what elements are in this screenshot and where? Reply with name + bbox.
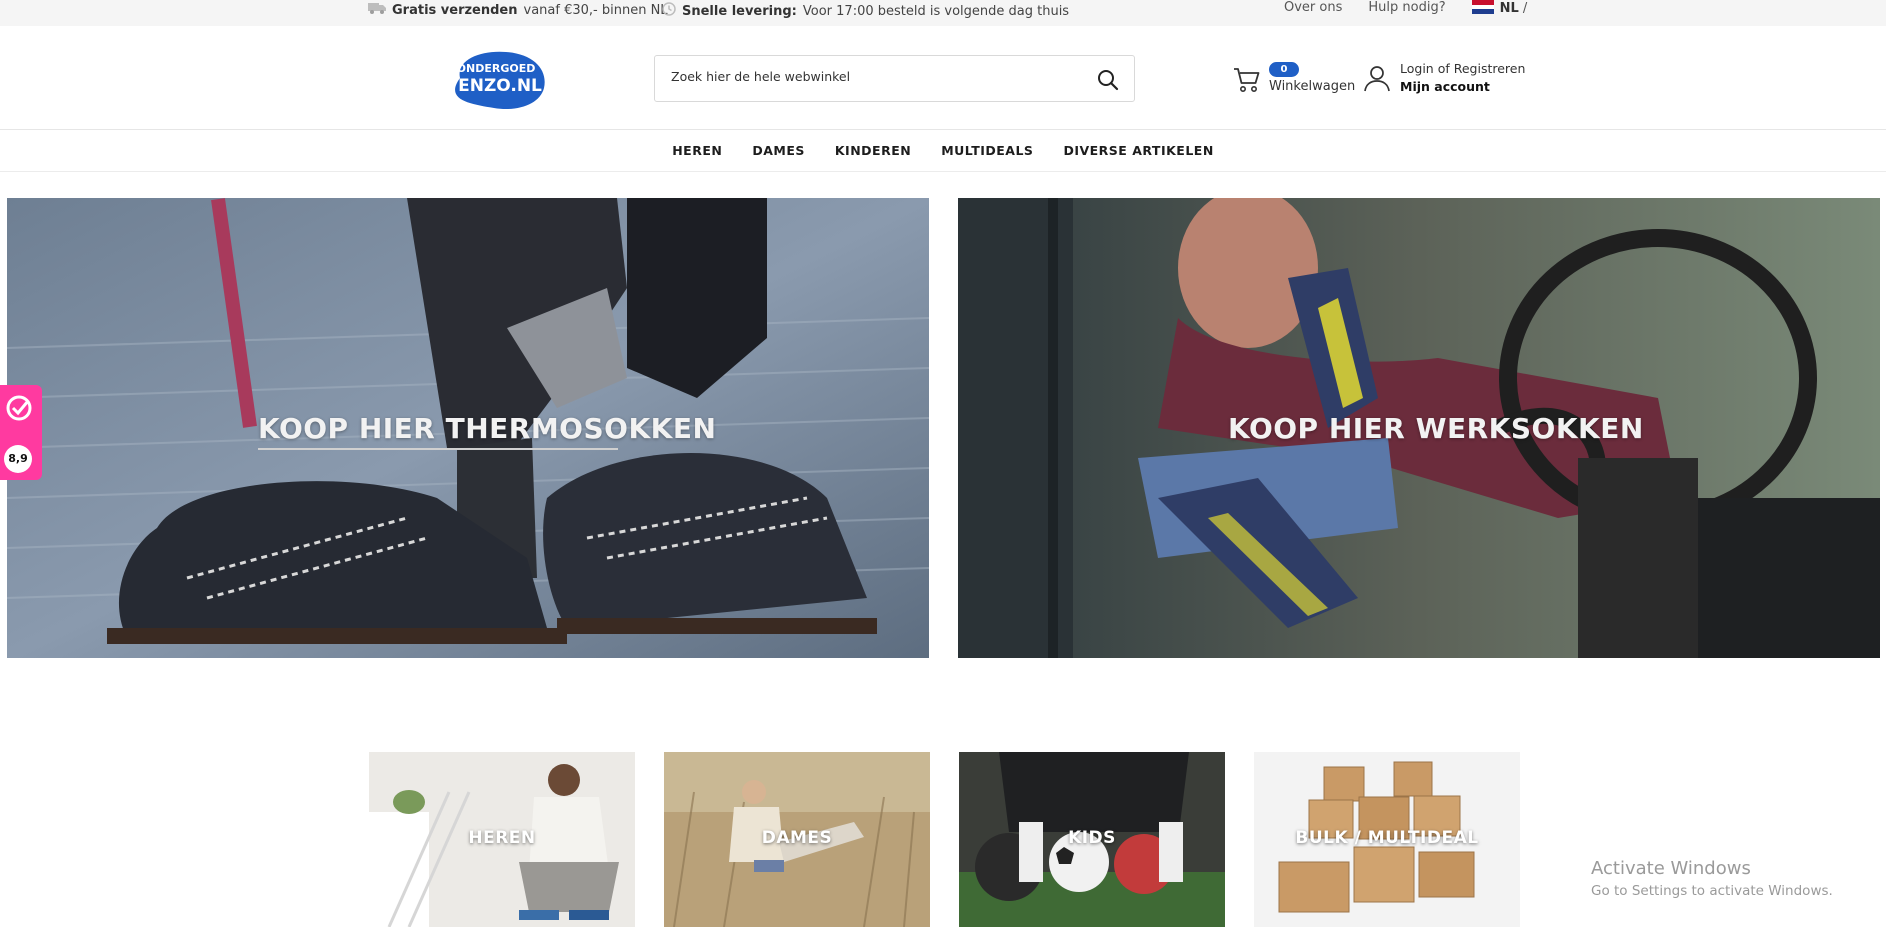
cart-icon: [1232, 65, 1262, 99]
search-icon[interactable]: [1096, 68, 1120, 92]
main-navigation: HEREN DAMES KINDEREN MULTIDEALS DIVERSE …: [0, 130, 1886, 172]
cart-count-badge: 0: [1269, 62, 1299, 77]
category-label-heren: HEREN: [468, 828, 536, 848]
rating-score: 8,9: [4, 445, 32, 473]
cart-button[interactable]: 0 Winkelwagen: [1232, 59, 1357, 99]
banner-title-underline: [258, 448, 618, 450]
language-code: NL: [1499, 1, 1519, 16]
logo-text-top: ONDERGOED: [457, 62, 536, 75]
site-header: ONDERGOED ENZO.NL 0 Winkelwagen Login of…: [0, 26, 1886, 130]
shipping-bold-text: Gratis verzenden: [392, 2, 518, 18]
category-label-kids: KIDS: [1068, 828, 1116, 848]
user-icon: [1362, 63, 1392, 97]
nav-item-kinderen[interactable]: KINDEREN: [820, 130, 926, 171]
search-input[interactable]: [671, 69, 1071, 84]
logo-text-bottom: ENZO.NL: [458, 76, 542, 96]
about-link[interactable]: Over ons: [1284, 0, 1342, 16]
delivery-bold-text: Snelle levering:: [682, 3, 797, 19]
my-account-link[interactable]: Mijn account: [1400, 79, 1490, 94]
thermosocks-banner-title: KOOP HIER THERMOSOKKEN: [258, 412, 717, 445]
category-tile-dames[interactable]: DAMES: [664, 752, 930, 927]
worksocks-banner[interactable]: KOOP HIER WERKSOKKEN: [958, 198, 1880, 658]
search-bar: [654, 55, 1135, 102]
category-tile-bulk-multideal[interactable]: BULK / MULTIDEAL: [1254, 752, 1520, 927]
account-menu[interactable]: Login of Registreren Mijn account: [1362, 59, 1532, 99]
kiyoh-logo-icon: [4, 393, 34, 427]
language-switcher[interactable]: NL /: [1471, 0, 1528, 16]
clock-icon: [662, 2, 676, 20]
delivery-text: Voor 17:00 besteld is volgende dag thuis: [802, 3, 1070, 19]
help-link[interactable]: Hulp nodig?: [1368, 0, 1445, 16]
cart-label: Winkelwagen: [1269, 79, 1356, 94]
watermark-subtitle: Go to Settings to activate Windows.: [1591, 883, 1833, 899]
language-separator: /: [1522, 1, 1528, 16]
top-links: Over ons Hulp nodig? NL /: [1284, 0, 1527, 16]
thermosocks-banner[interactable]: KOOP HIER THERMOSOKKEN: [7, 198, 929, 658]
category-label-bulk-multideal: BULK / MULTIDEAL: [1295, 828, 1479, 848]
netherlands-flag-icon: [1471, 0, 1494, 14]
truck-icon: [368, 2, 386, 18]
rating-widget[interactable]: 8,9: [0, 385, 42, 480]
usp-delivery: Snelle levering: Voor 17:00 besteld is v…: [662, 2, 1069, 20]
shipping-text: vanaf €30,- binnen NL: [523, 2, 668, 18]
nav-item-dames[interactable]: DAMES: [737, 130, 820, 171]
windows-activation-watermark: Activate Windows Go to Settings to activ…: [1591, 858, 1833, 899]
top-info-bar: Gratis verzenden vanaf €30,- binnen NL S…: [0, 0, 1886, 26]
worksocks-banner-title: KOOP HIER WERKSOKKEN: [1228, 412, 1644, 445]
nav-item-heren[interactable]: HEREN: [657, 130, 737, 171]
site-logo[interactable]: ONDERGOED ENZO.NL: [448, 48, 546, 110]
category-label-dames: DAMES: [761, 828, 833, 848]
nav-item-multideals[interactable]: MULTIDEALS: [926, 130, 1048, 171]
nav-item-diverse-artikelen[interactable]: DIVERSE ARTIKELEN: [1048, 130, 1228, 171]
usp-shipping: Gratis verzenden vanaf €30,- binnen NL: [368, 2, 668, 18]
category-tile-heren[interactable]: HEREN: [369, 752, 635, 927]
category-tile-kids[interactable]: KIDS: [959, 752, 1225, 927]
watermark-title: Activate Windows: [1591, 858, 1751, 879]
login-register-link[interactable]: Login of Registreren: [1400, 61, 1525, 76]
